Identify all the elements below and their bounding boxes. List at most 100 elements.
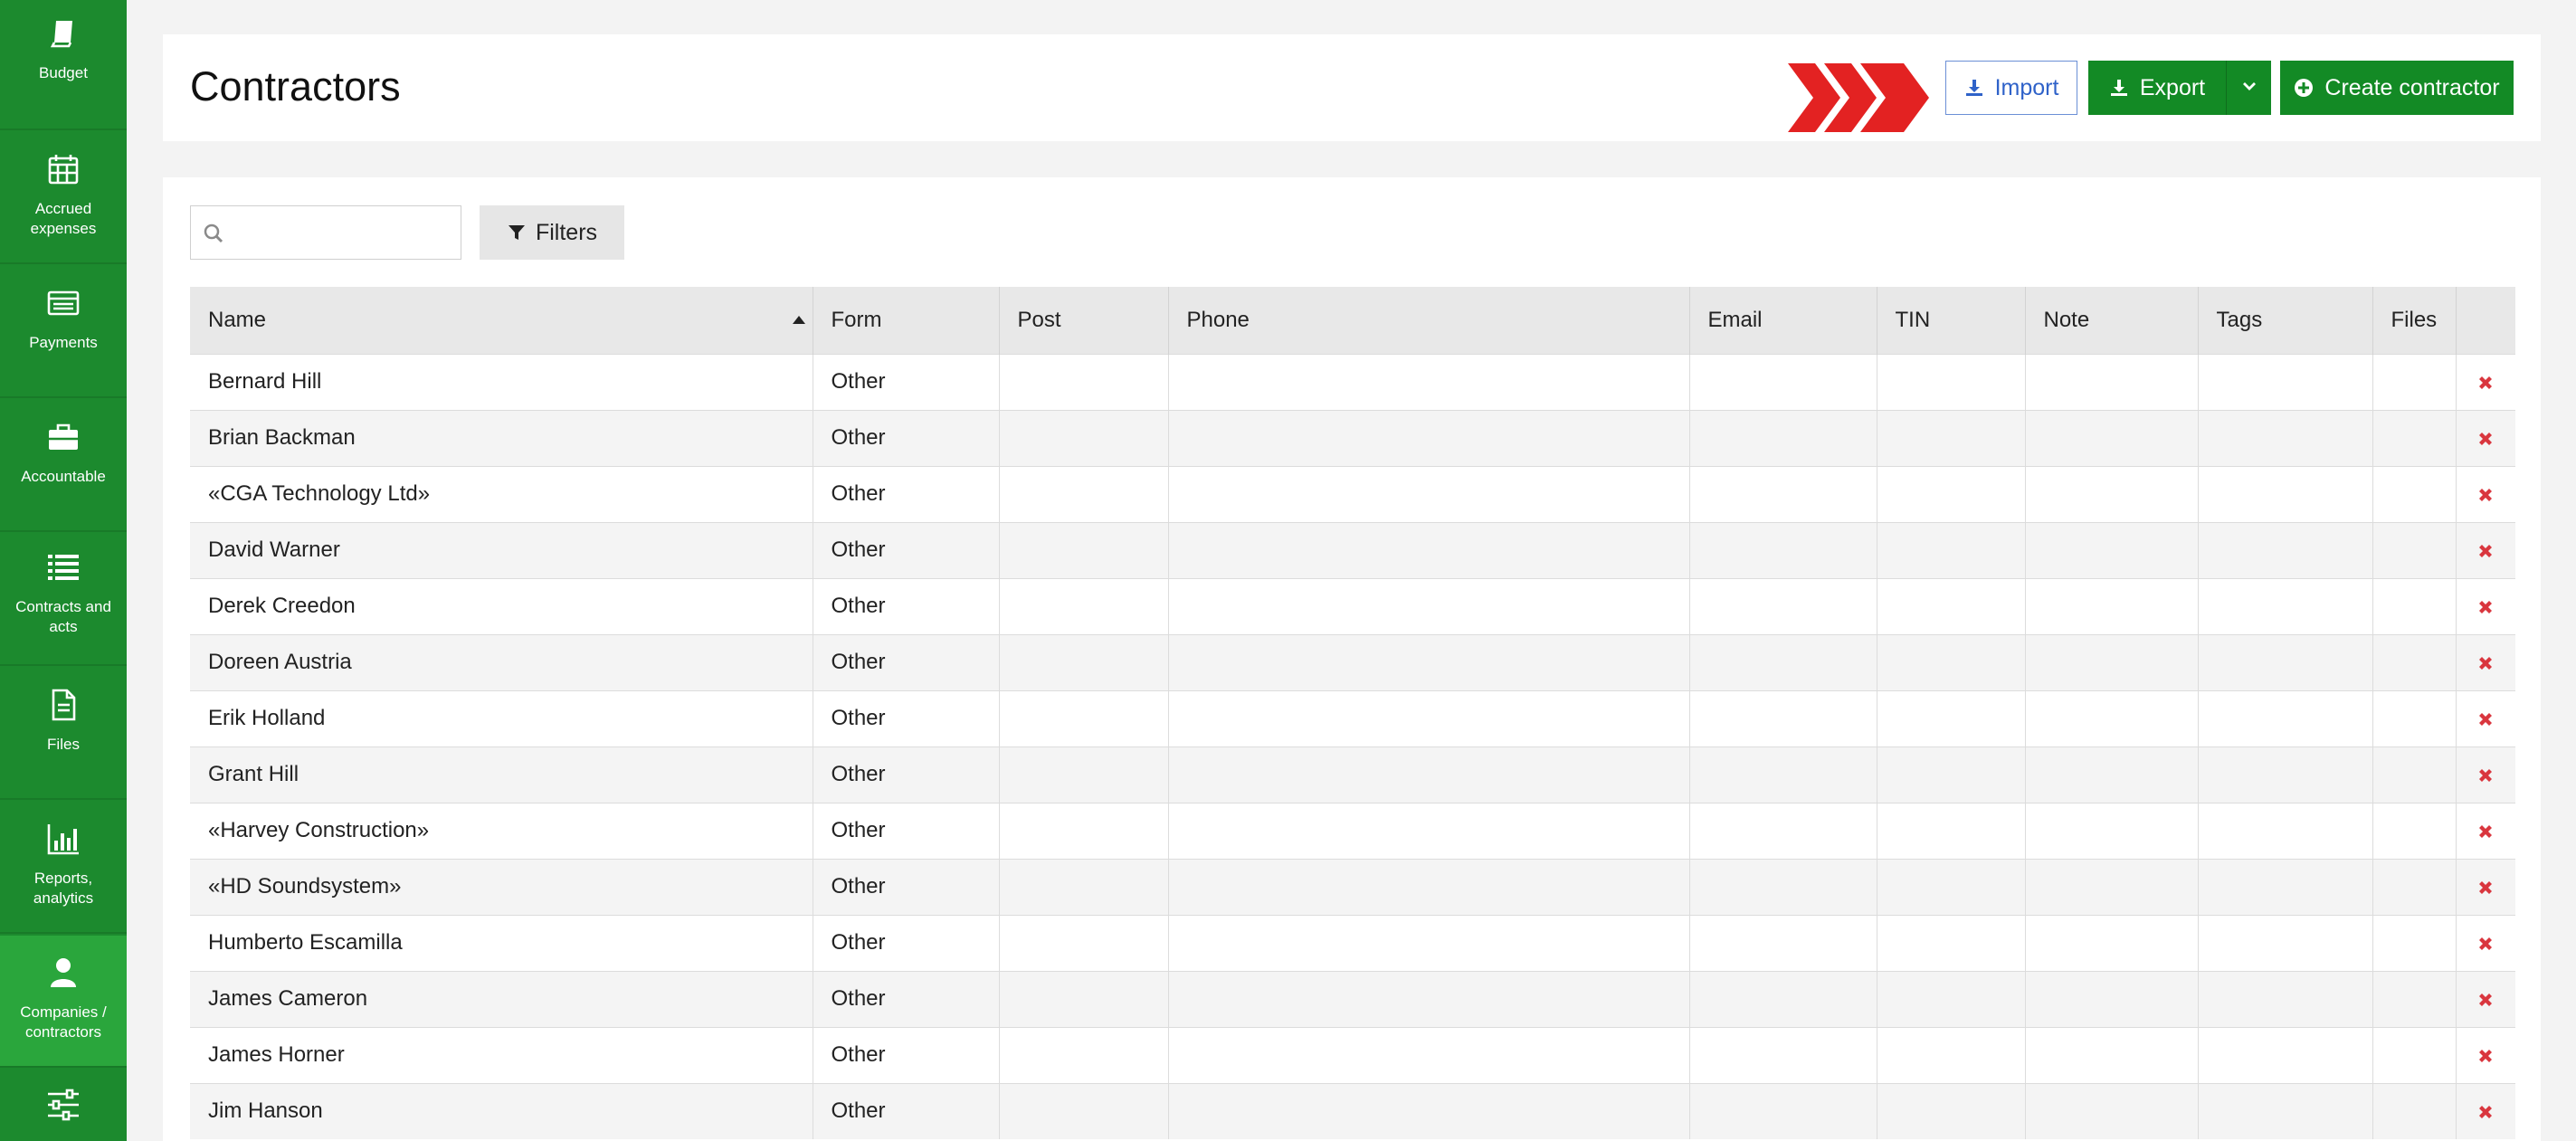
column-header-actions [2456, 287, 2515, 354]
cell-note [2025, 858, 2199, 915]
column-header-form[interactable]: Form [813, 287, 1000, 354]
table-row[interactable]: Grant Hill Other [190, 746, 2515, 803]
delete-row-button[interactable] [2456, 1026, 2515, 1083]
cell-form: Other [813, 858, 1000, 915]
cell-form: Other [813, 746, 1000, 803]
column-header-post[interactable]: Post [999, 287, 1169, 354]
column-header-phone[interactable]: Phone [1168, 287, 1690, 354]
sidebar-item-label: Accountable [21, 468, 106, 485]
sidebar-item-contracts-and-acts[interactable]: Contracts and acts [0, 534, 127, 666]
cell-form: Other [813, 1082, 1000, 1139]
delete-row-button[interactable] [2456, 353, 2515, 410]
table-row[interactable]: James Cameron Other [190, 970, 2515, 1027]
filters-label: Filters [535, 219, 598, 245]
column-header-note[interactable]: Note [2025, 287, 2199, 354]
delete-row-button[interactable] [2456, 577, 2515, 634]
cell-tin [1877, 1082, 2026, 1139]
cell-note [2025, 914, 2199, 971]
column-header-tin[interactable]: TIN [1877, 287, 2026, 354]
table-row[interactable]: «Harvey Construction» Other [190, 802, 2515, 859]
delete-row-button[interactable] [2456, 970, 2515, 1027]
delete-icon [2479, 488, 2493, 501]
table-row[interactable]: Jim Hanson Other [190, 1082, 2515, 1139]
cell-tags [2198, 1026, 2373, 1083]
table-row[interactable]: Derek Creedon Other [190, 577, 2515, 634]
search-input[interactable] [233, 214, 450, 252]
delete-row-button[interactable] [2456, 914, 2515, 971]
cell-form: Other [813, 409, 1000, 466]
delete-row-button[interactable] [2456, 1082, 2515, 1139]
cell-tags [2198, 409, 2373, 466]
delete-row-button[interactable] [2456, 521, 2515, 578]
cell-note [2025, 353, 2199, 410]
sidebar-item-payments[interactable]: Payments [0, 266, 127, 398]
column-header-tags[interactable]: Tags [2198, 287, 2373, 354]
table-row[interactable]: «HD Soundsystem» Other [190, 858, 2515, 915]
page-header: Contractors Import Export Create contrac… [163, 34, 2541, 141]
cell-files [2372, 746, 2457, 803]
cell-form: Other [813, 465, 1000, 522]
book-icon [44, 14, 82, 52]
cell-phone [1168, 1082, 1690, 1139]
cell-post [999, 858, 1169, 915]
sidebar-item-budget[interactable]: Budget [0, 0, 127, 130]
filters-button[interactable]: Filters [480, 205, 624, 260]
cell-phone [1168, 577, 1690, 634]
sidebar-item-settings[interactable] [0, 1070, 127, 1141]
create-contractor-button[interactable]: Create contractor [2280, 61, 2514, 115]
table-row[interactable]: James Horner Other [190, 1026, 2515, 1083]
delete-row-button[interactable] [2456, 409, 2515, 466]
column-header-files[interactable]: Files [2372, 287, 2457, 354]
sidebar-item-accrued-expenses[interactable]: Accrued expenses [0, 132, 127, 264]
export-button[interactable]: Export [2088, 61, 2226, 115]
cell-phone [1168, 521, 1690, 578]
cell-form: Other [813, 802, 1000, 859]
delete-row-button[interactable] [2456, 802, 2515, 859]
table-row[interactable]: Bernard Hill Other [190, 353, 2515, 410]
cell-phone [1168, 465, 1690, 522]
delete-row-button[interactable] [2456, 746, 2515, 803]
delete-row-button[interactable] [2456, 465, 2515, 522]
cell-note [2025, 970, 2199, 1027]
sidebar-item-accountable[interactable]: Accountable [0, 400, 127, 532]
cell-phone [1168, 858, 1690, 915]
table-row[interactable]: Erik Holland Other [190, 689, 2515, 746]
cell-name: David Warner [190, 521, 813, 578]
sidebar-item-label: Files [47, 736, 80, 753]
table-row[interactable]: Doreen Austria Other [190, 633, 2515, 690]
cell-name: Jim Hanson [190, 1082, 813, 1139]
table-row[interactable]: Brian Backman Other [190, 409, 2515, 466]
export-label: Export [2139, 74, 2206, 100]
table-row[interactable]: «CGA Technology Ltd» Other [190, 465, 2515, 522]
table-row[interactable]: David Warner Other [190, 521, 2515, 578]
sidebar-item-companies-contractors[interactable]: Companies / contractors [0, 936, 127, 1068]
column-header-email[interactable]: Email [1689, 287, 1877, 354]
cell-phone [1168, 914, 1690, 971]
sidebar-item-label: Contracts and acts [15, 598, 111, 635]
table-row[interactable]: Humberto Escamilla Other [190, 914, 2515, 971]
cell-files [2372, 858, 2457, 915]
delete-row-button[interactable] [2456, 633, 2515, 690]
cell-form: Other [813, 521, 1000, 578]
search-box[interactable] [190, 205, 461, 260]
column-header-name[interactable]: Name [190, 287, 813, 354]
cell-note [2025, 577, 2199, 634]
delete-row-button[interactable] [2456, 858, 2515, 915]
table-header-row: Name Form Post Phone Email TIN Note Tags… [190, 287, 2515, 354]
sidebar-item-files[interactable]: Files [0, 668, 127, 800]
cell-tags [2198, 521, 2373, 578]
delete-row-button[interactable] [2456, 689, 2515, 746]
cell-email [1689, 689, 1877, 746]
cell-note [2025, 746, 2199, 803]
cell-tin [1877, 409, 2026, 466]
plus-circle-icon [2294, 78, 2314, 98]
column-header-label: Name [208, 307, 267, 332]
cell-tin [1877, 802, 2026, 859]
delete-icon [2479, 712, 2493, 726]
export-dropdown-button[interactable] [2226, 61, 2271, 115]
briefcase-icon [44, 418, 82, 456]
sidebar-item-reports-analytics[interactable]: Reports, analytics [0, 802, 127, 934]
import-button[interactable]: Import [1945, 61, 2077, 115]
cell-email [1689, 746, 1877, 803]
cell-files [2372, 689, 2457, 746]
